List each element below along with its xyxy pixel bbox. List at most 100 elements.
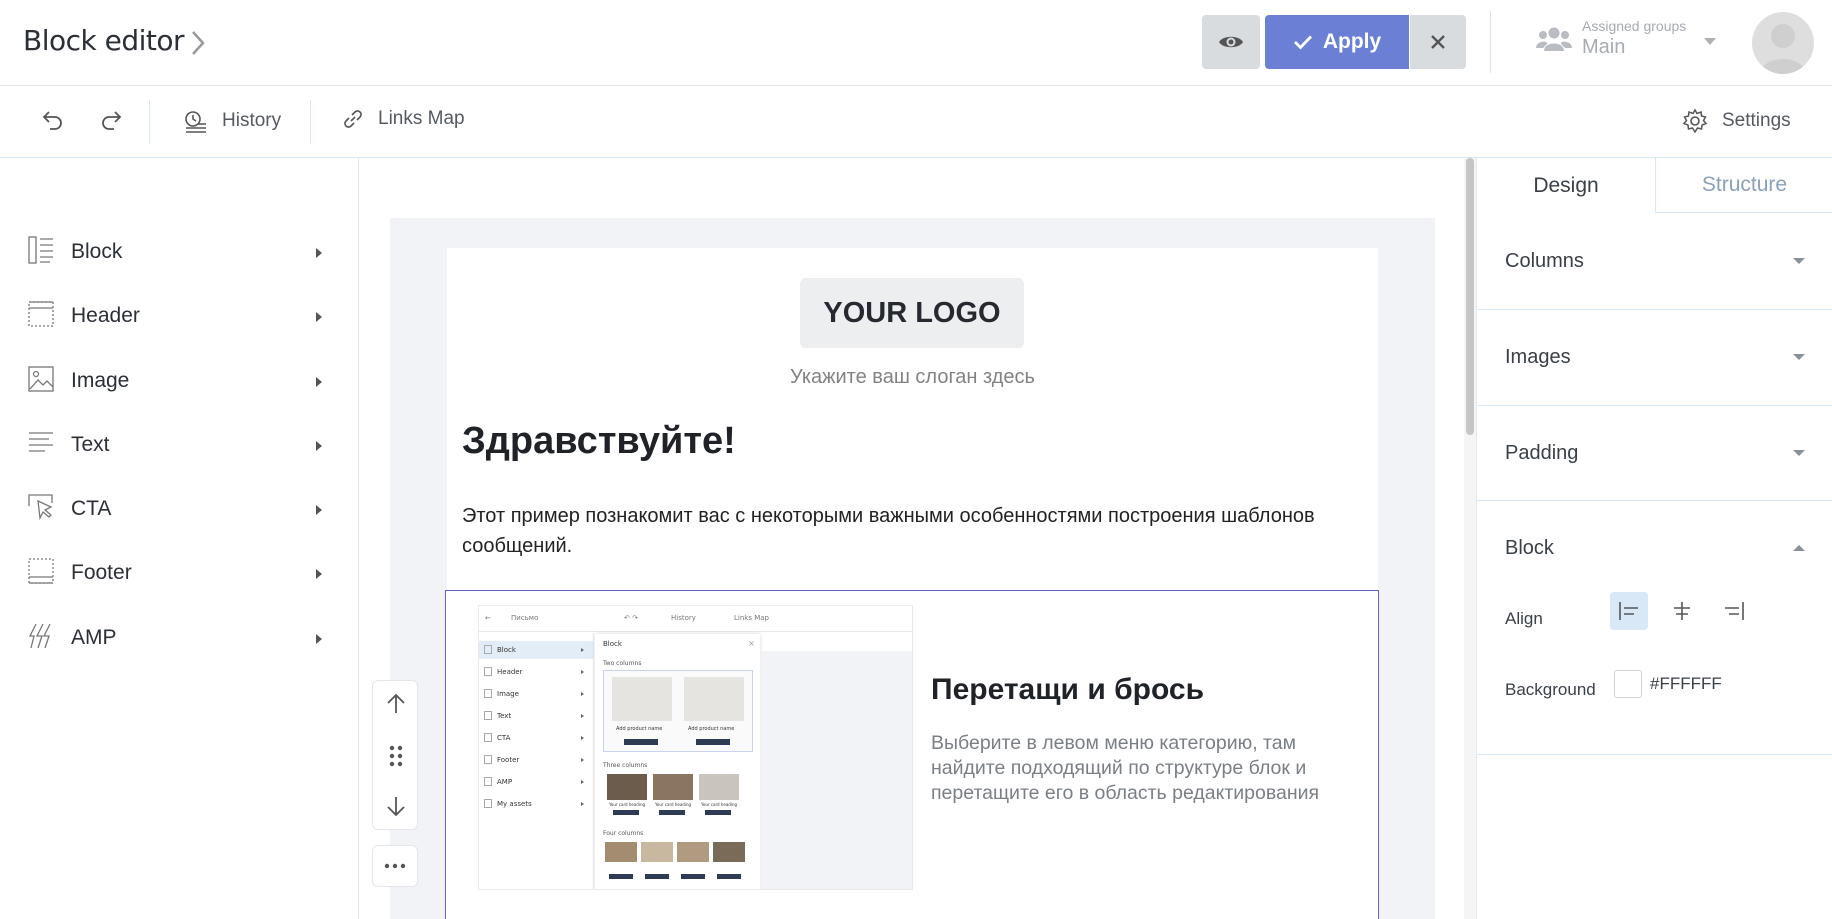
chevron-right-icon[interactable] [186, 28, 210, 58]
align-label: Align [1505, 609, 1543, 628]
mini-menu-item: CTA [479, 729, 594, 747]
mini-block-panel: Block × Two columns Add product name Add… [595, 634, 760, 889]
mini-menu-item: Text [479, 707, 594, 725]
mini-title: Письмо [511, 614, 539, 622]
image-icon [28, 366, 54, 392]
assigned-groups-select[interactable]: Assigned groups Main [1534, 14, 1716, 64]
apply-label: Apply [1322, 30, 1382, 53]
logo-block[interactable]: YOUR LOGO [800, 278, 1024, 348]
arrow-down-icon[interactable] [385, 795, 407, 817]
align-center-icon [1674, 602, 1690, 620]
dnd-heading[interactable]: Перетащи и брось [931, 673, 1204, 707]
close-button[interactable] [1410, 15, 1466, 69]
links-map-button[interactable]: Links Map [342, 108, 465, 130]
links-map-label: Links Map [378, 108, 465, 129]
section-label[interactable]: Block [1505, 537, 1554, 560]
section-label: Images [1505, 346, 1571, 368]
section-images[interactable]: Images [1477, 310, 1832, 406]
settings-label: Settings [1722, 110, 1791, 131]
redo-button[interactable] [100, 108, 124, 132]
selected-content-block[interactable]: ← Письмо ↶ ↷ History Links Map Block Hea… [445, 590, 1379, 919]
background-color-swatch[interactable] [1614, 670, 1642, 698]
email-canvas: YOUR LOGO Укажите ваш слоган здесь Здрав… [360, 158, 1463, 919]
mini-menu-item: Footer [479, 751, 594, 769]
tab-structure[interactable]: Structure [1656, 158, 1832, 213]
menu-item-label: CTA [71, 497, 112, 520]
menu-item-label: Text [71, 433, 110, 456]
amp-icon [28, 623, 51, 649]
dnd-description[interactable]: Выберите в левом меню категорию, там най… [931, 731, 1361, 806]
more-options-button[interactable] [372, 845, 418, 887]
footer-icon [28, 558, 54, 584]
caret-down-icon [1793, 354, 1805, 360]
drag-handle-icon[interactable] [388, 744, 404, 768]
link-icon [344, 110, 362, 128]
arrow-right-icon [316, 634, 322, 644]
align-center-button[interactable] [1663, 592, 1701, 630]
menu-item-block[interactable]: Block [0, 228, 358, 278]
menu-item-text[interactable]: Text [0, 421, 358, 471]
undo-icon [42, 111, 62, 130]
mini-menu-item: Block [479, 641, 594, 659]
history-button[interactable]: History [182, 108, 281, 134]
text-icon [29, 432, 53, 452]
history-label: History [222, 110, 282, 131]
align-left-button[interactable] [1610, 592, 1648, 630]
menu-item-image[interactable]: Image [0, 357, 358, 407]
caret-up-icon[interactable] [1793, 545, 1805, 551]
arrow-right-icon [316, 505, 322, 515]
arrow-up-icon[interactable] [385, 693, 407, 715]
divider [1490, 11, 1491, 73]
section-label: Padding [1505, 442, 1579, 464]
menu-item-label: Block [71, 240, 123, 263]
undo-button[interactable] [40, 108, 64, 132]
tab-design[interactable]: Design [1477, 158, 1656, 213]
menu-item-label: AMP [71, 626, 117, 649]
user-avatar-icon [1760, 24, 1806, 74]
section-columns[interactable]: Columns [1477, 214, 1832, 310]
block-icon [28, 236, 53, 264]
menu-item-header[interactable]: Header [0, 292, 358, 342]
header-icon [28, 301, 54, 327]
caret-down-icon [1793, 450, 1805, 456]
close-icon [1431, 35, 1445, 49]
preview-button[interactable] [1202, 15, 1260, 69]
apply-button[interactable]: Apply [1265, 15, 1409, 69]
mini-menu-item: Image [479, 685, 594, 703]
mini-links-map: Links Map [734, 614, 769, 622]
menu-item-label: Header [71, 304, 140, 327]
arrow-right-icon [316, 248, 322, 258]
settings-button[interactable]: Settings [1682, 108, 1791, 134]
right-panel: Design Structure Columns Images Padding … [1476, 158, 1832, 919]
menu-item-footer[interactable]: Footer [0, 549, 358, 599]
background-color-value[interactable]: #FFFFFF [1650, 674, 1722, 694]
divider [310, 100, 311, 144]
section-label: Columns [1505, 250, 1584, 272]
mini-topbar: ← Письмо ↶ ↷ History Links Map [479, 606, 912, 632]
menu-item-label: Image [71, 369, 130, 392]
left-menu: Block Header Image Text CTA Footer AMP [0, 158, 359, 919]
mini-menu-item: My assets [479, 795, 594, 813]
caret-down-icon [1704, 38, 1716, 45]
more-dots-icon [384, 863, 406, 869]
assigned-groups-label: Assigned groups [1582, 18, 1687, 34]
menu-item-cta[interactable]: CTA [0, 485, 358, 535]
mini-menu-item: Header [479, 663, 594, 681]
slogan-text[interactable]: Укажите ваш слоган здесь [447, 366, 1378, 389]
check-icon [1293, 35, 1312, 50]
scrollbar-thumb[interactable] [1466, 158, 1474, 435]
eye-icon [1219, 36, 1243, 48]
cta-icon [28, 494, 53, 521]
section-padding[interactable]: Padding [1477, 406, 1832, 501]
avatar[interactable] [1752, 12, 1814, 74]
greeting-heading[interactable]: Здравствуйте! [462, 420, 736, 463]
align-right-icon [1725, 602, 1744, 620]
menu-item-amp[interactable]: AMP [0, 614, 358, 664]
mini-left-menu: Block Header Image Text CTA Footer AMP M… [479, 633, 594, 889]
align-right-button[interactable] [1715, 592, 1753, 630]
block-move-controls [372, 680, 418, 830]
editor-screenshot-image: ← Письмо ↶ ↷ History Links Map Block Hea… [478, 605, 913, 890]
intro-text[interactable]: Этот пример познакомит вас с некоторыми … [462, 501, 1362, 561]
mini-canvas [761, 651, 912, 889]
arrow-right-icon [316, 569, 322, 579]
